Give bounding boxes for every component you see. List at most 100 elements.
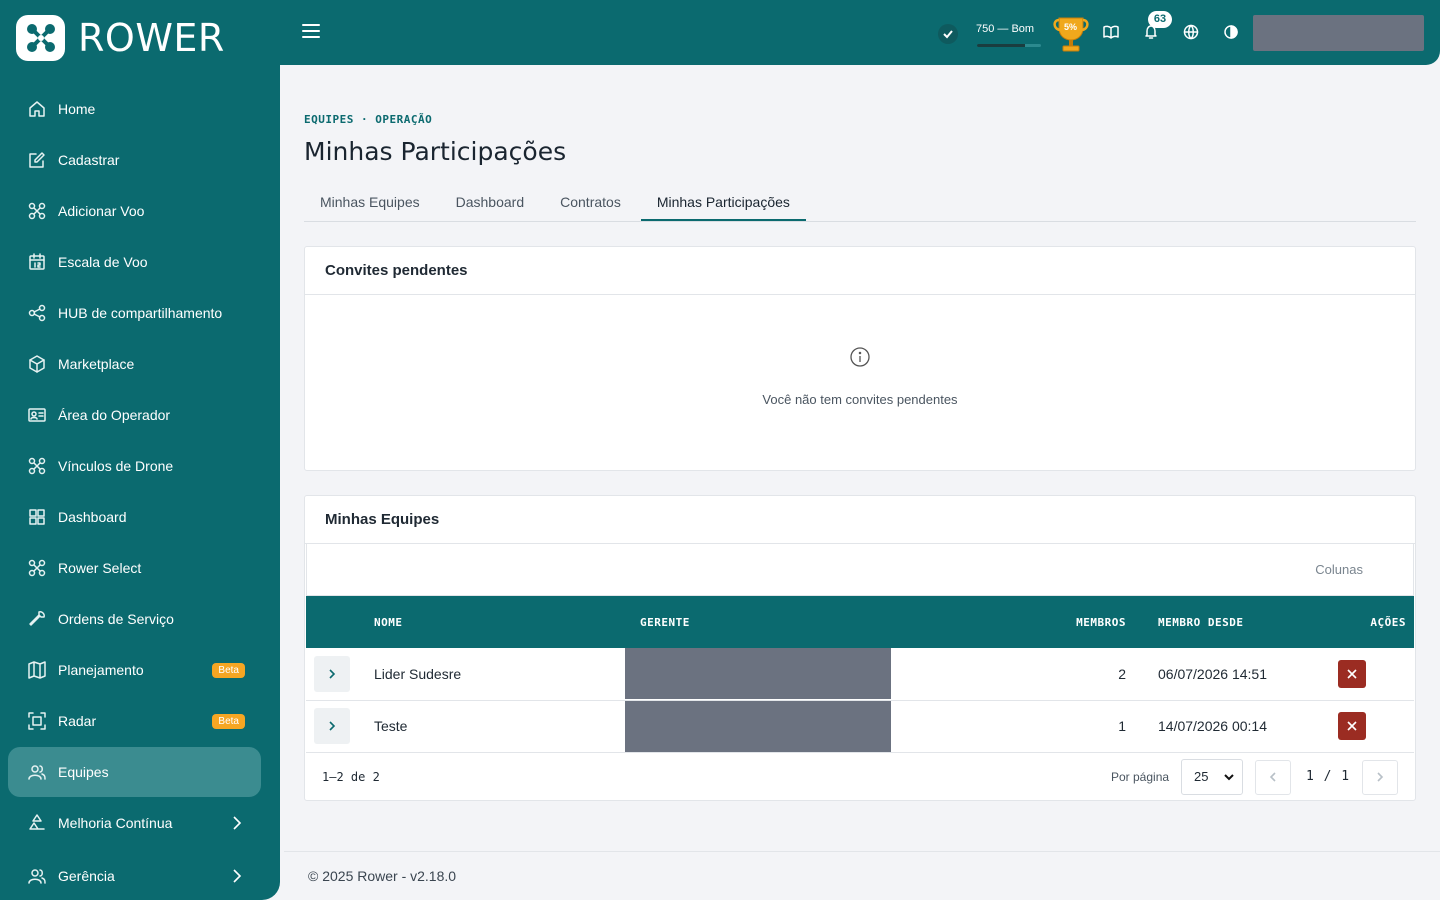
chevron-left-icon <box>1269 772 1276 782</box>
sidebar-item-label: Vínculos de Drone <box>58 458 174 474</box>
table-toolbar: Colunas <box>306 544 1414 596</box>
chevron-down-icon <box>1224 773 1234 780</box>
sidebar-item-dashboard[interactable]: Dashboard <box>8 492 261 542</box>
users-icon <box>28 867 46 885</box>
sidebar-item-planejamento[interactable]: Planejamento Beta <box>8 645 261 695</box>
drone-icon <box>28 559 46 577</box>
hamburger-line <box>302 36 320 38</box>
tab-dashboard[interactable]: Dashboard <box>440 185 541 221</box>
recycle-icon <box>28 814 46 832</box>
chevron-right-icon <box>231 868 243 884</box>
tabs: Minhas Equipes Dashboard Contratos Minha… <box>304 185 1416 222</box>
per-page-select[interactable]: 25 <box>1181 758 1243 795</box>
cell-gerente-redacted <box>625 648 891 700</box>
id-card-icon <box>28 406 46 424</box>
columns-button[interactable]: Colunas <box>1315 562 1363 577</box>
notification-count-badge: 63 <box>1148 11 1172 28</box>
remove-row-button[interactable] <box>1338 712 1366 740</box>
page-indicator: 1 / 1 <box>1306 768 1351 784</box>
logo[interactable]: ROWER <box>16 15 225 61</box>
box-icon <box>28 355 46 373</box>
sidebar-item-label: Marketplace <box>58 356 135 372</box>
score-progress <box>977 44 1041 47</box>
theme-toggle-icon[interactable] <box>1221 22 1241 42</box>
user-menu-redacted[interactable] <box>1253 15 1424 51</box>
tab-minhas-participacoes[interactable]: Minhas Participações <box>640 185 806 221</box>
sidebar-item-marketplace[interactable]: Marketplace <box>8 339 261 389</box>
sidebar-item-area-do-operador[interactable]: Área do Operador <box>8 390 261 440</box>
chevron-right-icon <box>329 721 336 731</box>
sidebar-item-hub[interactable]: HUB de compartilhamento <box>8 288 261 338</box>
next-page-button[interactable] <box>1362 759 1398 795</box>
chevron-right-icon <box>329 669 336 679</box>
sidebar-item-vinculos-de-drone[interactable]: Vínculos de Drone <box>8 441 261 491</box>
cell-membros: 2 <box>891 648 1142 701</box>
sidebar-item-label: Dashboard <box>58 509 127 525</box>
sidebar-item-home[interactable]: Home <box>8 84 261 134</box>
sidebar-item-cadastrar[interactable]: Cadastrar <box>8 135 261 185</box>
sidebar-item-equipes[interactable]: Equipes <box>8 747 261 797</box>
map-icon <box>28 661 46 679</box>
check-shield-icon <box>938 24 958 44</box>
expand-row-button[interactable] <box>314 708 350 744</box>
hamburger-line <box>302 24 320 26</box>
grid-icon <box>28 508 46 526</box>
beta-badge: Beta <box>212 714 245 729</box>
drone-icon <box>28 202 46 220</box>
sidebar-item-gerencia[interactable]: Gerência <box>8 851 261 900</box>
score-text[interactable]: 750 — Bom <box>976 23 1034 35</box>
sidebar-item-ordens-de-servico[interactable]: Ordens de Serviço <box>8 594 261 644</box>
tab-contratos[interactable]: Contratos <box>544 185 637 221</box>
sidebar-item-label: Home <box>58 101 96 117</box>
table-header-row: NOME GERENTE MEMBROS MEMBRO DESDE AÇÕES <box>306 596 1414 648</box>
column-header-membro-desde[interactable]: MEMBRO DESDE <box>1142 596 1322 648</box>
sidebar-item-melhoria-continua[interactable]: Melhoria Contínua <box>8 798 261 848</box>
topbar: 750 — Bom 5% 63 <box>280 0 1440 65</box>
expand-row-button[interactable] <box>314 655 350 692</box>
menu-toggle-button[interactable] <box>302 24 320 40</box>
info-icon <box>849 346 871 368</box>
book-icon[interactable] <box>1101 22 1121 42</box>
invites-card-title: Convites pendentes <box>305 247 1415 295</box>
close-icon <box>1347 669 1357 679</box>
cell-gerente-redacted <box>625 700 891 752</box>
invites-empty-text: Você não tem convites pendentes <box>762 392 958 407</box>
globe-icon[interactable] <box>1181 22 1201 42</box>
invites-card: Convites pendentes Você não tem convites… <box>304 246 1416 471</box>
column-header-membros[interactable]: MEMBROS <box>891 596 1142 648</box>
sidebar-item-rower-select[interactable]: Rower Select <box>8 543 261 593</box>
close-icon <box>1347 721 1357 731</box>
per-page-value: 25 <box>1194 768 1209 784</box>
previous-page-button[interactable] <box>1255 759 1291 795</box>
cell-membros: 1 <box>891 700 1142 753</box>
footer: © 2025 Rower - v2.18.0 <box>284 851 1440 900</box>
edit-icon <box>28 151 46 169</box>
sidebar-item-label: Equipes <box>58 764 109 780</box>
chevron-right-icon <box>231 815 243 831</box>
column-header-gerente[interactable]: GERENTE <box>625 596 891 648</box>
expand-column-header <box>306 596 358 648</box>
teams-card-title: Minhas Equipes <box>305 496 1415 544</box>
remove-row-button[interactable] <box>1338 659 1366 688</box>
tab-minhas-equipes[interactable]: Minhas Equipes <box>304 185 436 221</box>
chevron-right-icon <box>1377 772 1384 782</box>
sidebar-item-label: Ordens de Serviço <box>58 611 174 627</box>
cell-membro-desde: 06/07/2026 14:51 <box>1142 648 1322 701</box>
sidebar-item-label: Cadastrar <box>58 152 120 168</box>
column-header-nome[interactable]: NOME <box>358 596 625 648</box>
pagination: 1–2 de 2 Por página 25 1 / 1 <box>305 753 1415 801</box>
sidebar-item-label: Radar <box>58 713 97 729</box>
sidebar-item-label: Escala de Voo <box>58 254 148 270</box>
calendar-icon <box>28 253 46 271</box>
sidebar-item-escala-de-voo[interactable]: Escala de Voo <box>8 237 261 287</box>
brand-name: ROWER <box>78 16 225 60</box>
cell-membro-desde: 14/07/2026 00:14 <box>1142 700 1322 753</box>
cell-nome: Lider Sudesre <box>358 648 625 701</box>
sidebar-item-radar[interactable]: Radar Beta <box>8 696 261 746</box>
sidebar-item-label: Planejamento <box>58 662 144 678</box>
radar-icon <box>28 712 46 730</box>
trophy-icon[interactable]: 5% <box>1051 12 1091 54</box>
sidebar-item-adicionar-voo[interactable]: Adicionar Voo <box>8 186 261 236</box>
trophy-percent: 5% <box>1064 22 1078 32</box>
sidebar-item-label: Área do Operador <box>58 407 171 423</box>
